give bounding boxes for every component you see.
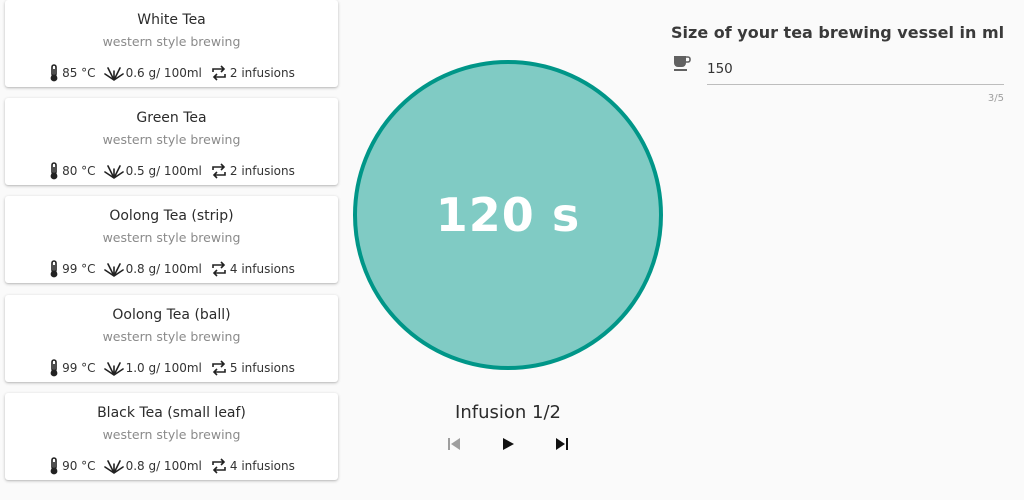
- tea-style: western style brewing: [102, 230, 241, 245]
- infusions-value: 5 infusions: [229, 361, 295, 375]
- infusions-prop: 2 infusions: [210, 163, 295, 179]
- infusion-counter: Infusion 1/2: [455, 402, 561, 423]
- tea-card-green[interactable]: Green Tea western style brewing 80 °C 0.…: [5, 98, 338, 185]
- tea-leaf-icon: [103, 165, 124, 179]
- tea-properties: 85 °C 0.6 g/ 100ml 2 infusions: [5, 64, 338, 82]
- tea-leaf-icon: [103, 460, 124, 474]
- skip-previous-icon: [448, 438, 460, 450]
- timer-circle[interactable]: 120 s: [353, 60, 663, 370]
- tea-name: White Tea: [137, 12, 206, 28]
- tea-card-black-small-leaf[interactable]: Black Tea (small leaf) western style bre…: [5, 393, 338, 480]
- tea-card-oolong-strip[interactable]: Oolong Tea (strip) western style brewing…: [5, 196, 338, 283]
- temperature-prop: 85 °C: [48, 64, 96, 82]
- amount-value: 1.0 g/ 100ml: [125, 361, 202, 375]
- play-icon: [503, 438, 514, 450]
- temperature-value: 99 °C: [62, 262, 96, 276]
- amount-prop: 0.6 g/ 100ml: [103, 65, 202, 81]
- amount-prop: 1.0 g/ 100ml: [103, 360, 202, 376]
- tea-properties: 90 °C 0.8 g/ 100ml 4 infusions: [5, 457, 338, 475]
- amount-prop: 0.5 g/ 100ml: [103, 163, 202, 179]
- infusions-prop: 2 infusions: [210, 65, 295, 81]
- thermometer-icon: [50, 64, 58, 82]
- repeat-icon: [212, 163, 226, 179]
- infusions-prop: 4 infusions: [210, 261, 295, 277]
- vessel-size-input[interactable]: [707, 53, 1004, 85]
- infusions-value: 4 infusions: [229, 459, 295, 473]
- next-infusion-button[interactable]: [548, 432, 576, 456]
- thermometer-icon: [50, 260, 58, 278]
- repeat-icon: [212, 458, 226, 474]
- temperature-value: 90 °C: [62, 459, 96, 473]
- tea-properties: 99 °C 1.0 g/ 100ml 5 infusions: [5, 359, 338, 377]
- tea-name: Green Tea: [136, 110, 207, 126]
- amount-prop: 0.8 g/ 100ml: [103, 458, 202, 474]
- tea-list: White Tea western style brewing 85 °C 0.…: [0, 0, 344, 500]
- temperature-prop: 99 °C: [48, 260, 96, 278]
- vessel-size-title: Size of your tea brewing vessel in ml: [671, 23, 1005, 42]
- temperature-value: 85 °C: [62, 66, 96, 80]
- tea-leaf-icon: [103, 67, 124, 81]
- repeat-icon: [212, 360, 226, 376]
- temperature-prop: 80 °C: [48, 162, 96, 180]
- amount-value: 0.6 g/ 100ml: [125, 66, 202, 80]
- playback-controls: [440, 432, 576, 456]
- amount-value: 0.5 g/ 100ml: [125, 164, 202, 178]
- play-button[interactable]: [494, 432, 522, 456]
- tea-card-oolong-ball[interactable]: Oolong Tea (ball) western style brewing …: [5, 295, 338, 382]
- thermometer-icon: [50, 457, 58, 475]
- tea-style: western style brewing: [102, 132, 241, 147]
- tea-name: Oolong Tea (ball): [112, 307, 231, 323]
- tea-name: Black Tea (small leaf): [97, 405, 246, 421]
- infusions-prop: 4 infusions: [210, 458, 295, 474]
- infusions-value: 2 infusions: [229, 164, 295, 178]
- thermometer-icon: [50, 162, 58, 180]
- tea-card-white[interactable]: White Tea western style brewing 85 °C 0.…: [5, 0, 338, 87]
- temperature-value: 99 °C: [62, 361, 96, 375]
- temperature-prop: 90 °C: [48, 457, 96, 475]
- temperature-prop: 99 °C: [48, 359, 96, 377]
- repeat-icon: [212, 65, 226, 81]
- tea-name: Oolong Tea (strip): [109, 208, 234, 224]
- amount-prop: 0.8 g/ 100ml: [103, 261, 202, 277]
- infusions-value: 2 infusions: [229, 66, 295, 80]
- character-counter: 3/5: [987, 93, 1004, 104]
- tea-leaf-icon: [103, 362, 124, 376]
- tea-properties: 99 °C 0.8 g/ 100ml 4 infusions: [5, 260, 338, 278]
- repeat-icon: [212, 261, 226, 277]
- amount-value: 0.8 g/ 100ml: [125, 459, 202, 473]
- amount-value: 0.8 g/ 100ml: [125, 262, 202, 276]
- tea-style: western style brewing: [102, 34, 241, 49]
- timer-display: 120 s: [435, 188, 581, 242]
- coffee-cup-icon: [674, 56, 691, 71]
- tea-leaf-icon: [103, 263, 124, 277]
- temperature-value: 80 °C: [62, 164, 96, 178]
- skip-next-icon: [556, 438, 568, 450]
- thermometer-icon: [50, 359, 58, 377]
- infusions-prop: 5 infusions: [210, 360, 295, 376]
- infusions-value: 4 infusions: [229, 262, 295, 276]
- tea-style: western style brewing: [102, 329, 241, 344]
- previous-infusion-button[interactable]: [440, 432, 468, 456]
- tea-style: western style brewing: [102, 427, 241, 442]
- tea-properties: 80 °C 0.5 g/ 100ml 2 infusions: [5, 162, 338, 180]
